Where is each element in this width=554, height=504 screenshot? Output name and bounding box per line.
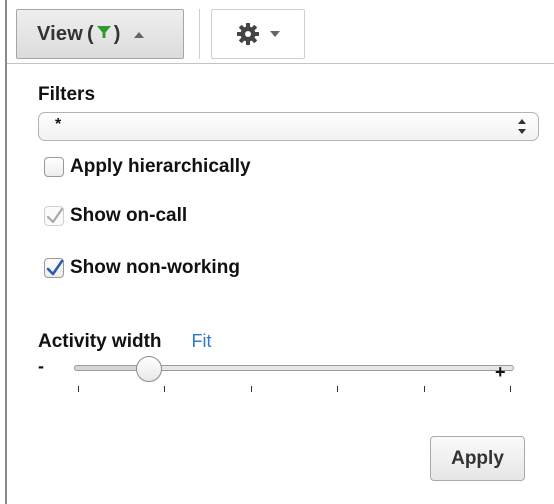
apply-hierarchically-label: Apply hierarchically bbox=[70, 156, 251, 177]
filters-selected-value: * bbox=[55, 116, 62, 133]
slider-tick bbox=[78, 386, 79, 392]
show-on-call-label: Show on-call bbox=[70, 205, 188, 226]
activity-width-header: Activity width Fit bbox=[38, 331, 212, 353]
view-button-label: View bbox=[37, 22, 84, 45]
settings-menu-button[interactable] bbox=[211, 9, 305, 59]
slider-tick bbox=[250, 386, 252, 392]
panel-left-border bbox=[5, 0, 7, 504]
show-non-working-checkbox[interactable] bbox=[44, 258, 64, 278]
show-non-working-option[interactable]: Show non-working bbox=[44, 257, 240, 279]
chevron-down-icon bbox=[270, 31, 280, 37]
activity-width-slider[interactable]: - + bbox=[38, 356, 518, 396]
slider-tick bbox=[164, 386, 166, 392]
slider-tick bbox=[423, 386, 425, 392]
slider-tick bbox=[510, 386, 511, 392]
checkmark-icon bbox=[46, 259, 64, 276]
slider-tick bbox=[337, 386, 339, 392]
show-on-call-checkbox bbox=[44, 206, 64, 226]
funnel-icon bbox=[96, 23, 112, 46]
slider-min-label: - bbox=[38, 356, 44, 376]
checkmark-icon bbox=[46, 207, 64, 224]
show-on-call-option: Show on-call bbox=[44, 205, 187, 227]
view-button[interactable]: View ( ) bbox=[16, 9, 184, 59]
apply-button[interactable]: Apply bbox=[430, 436, 525, 481]
slider-thumb[interactable] bbox=[135, 356, 162, 382]
activity-width-label: Activity width bbox=[38, 331, 162, 352]
select-arrows-icon bbox=[518, 118, 526, 136]
apply-hierarchically-checkbox[interactable] bbox=[44, 157, 64, 177]
fit-link[interactable]: Fit bbox=[192, 331, 212, 352]
caret-up-icon bbox=[134, 32, 145, 38]
view-open-paren: ( bbox=[87, 22, 94, 45]
toolbar-separator bbox=[199, 9, 200, 59]
view-close-paren: ) bbox=[113, 22, 121, 45]
filters-label: Filters bbox=[38, 84, 96, 105]
slider-max-label: + bbox=[495, 362, 506, 382]
filters-select[interactable]: * bbox=[38, 112, 539, 141]
apply-hierarchically-option[interactable]: Apply hierarchically bbox=[44, 156, 251, 178]
gear-icon bbox=[236, 22, 260, 46]
view-settings-panel: View ( ) Filters * Apply hierarchically … bbox=[0, 0, 554, 504]
toolbar: View ( ) bbox=[7, 0, 554, 64]
show-non-working-label: Show non-working bbox=[70, 257, 240, 278]
